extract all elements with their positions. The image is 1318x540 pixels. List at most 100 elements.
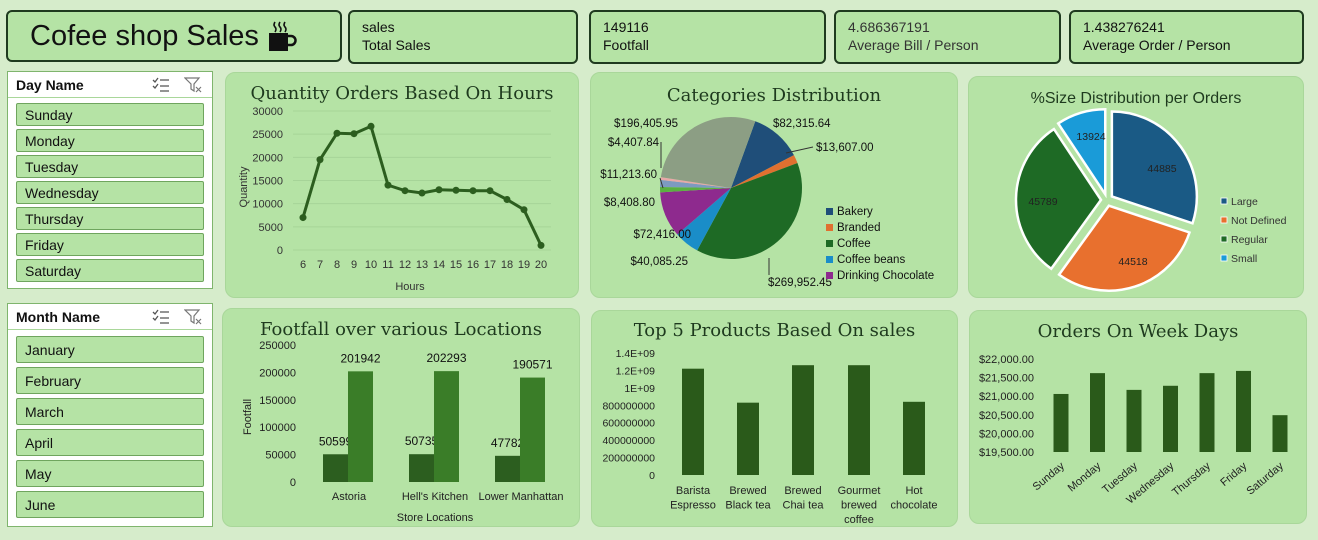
x-tick-label: 7 [317, 259, 323, 271]
y-tick-label: 200000000 [602, 453, 655, 465]
slicer-item-january[interactable]: January [16, 336, 204, 363]
data-point [503, 195, 511, 203]
slicer-item-wednesday[interactable]: Wednesday [16, 181, 204, 204]
slicer-item-may[interactable]: May [16, 460, 204, 487]
slicer-title: Day Name [16, 76, 84, 93]
data-label: 13924 [1076, 131, 1105, 143]
clear-filter-icon[interactable] [184, 76, 202, 93]
y-tick-label: $20,000.00 [979, 428, 1034, 440]
y-tick-label: 1E+09 [624, 383, 655, 395]
data-point [418, 189, 426, 197]
x-tick-label: 8 [334, 259, 340, 271]
legend-swatch [1220, 197, 1228, 205]
data-label: 44885 [1147, 163, 1176, 175]
slicer-item-tuesday[interactable]: Tuesday [16, 155, 204, 178]
bar [1126, 389, 1142, 452]
x-tick-label: 12 [399, 259, 411, 271]
data-point [350, 130, 358, 138]
size-distribution-chart: %Size Distribution per Orders 44885 44518… [968, 76, 1304, 298]
slicer-item-monday[interactable]: Monday [16, 129, 204, 152]
day-name-slicer: Day Name Sunday Monday Tuesday Wednesday Thu… [7, 71, 213, 289]
data-point [316, 156, 324, 164]
y-tick-label: 400000000 [602, 435, 655, 447]
x-tick-label: Espresso [670, 500, 716, 512]
data-label: $269,952.45 [768, 277, 832, 289]
y-tick-label: 5000 [259, 222, 283, 234]
data-point [537, 241, 545, 249]
x-tick-label: 18 [501, 259, 513, 271]
legend-label: Branded [837, 222, 880, 234]
multi-select-icon[interactable] [152, 77, 170, 93]
slicer-item-june[interactable]: June [16, 491, 204, 518]
y-tick-label: 0 [277, 245, 283, 257]
x-tick-label: Gourmet [838, 485, 881, 497]
y-tick-label: 800000000 [602, 400, 655, 412]
kpi-label: Footfall [603, 37, 649, 53]
slicer-item-saturday[interactable]: Saturday [16, 259, 204, 282]
data-label: 190571 [512, 358, 552, 372]
pie-chart-svg: $82,315.64 $13,607.00 $269,952.45 $40,085.2… [600, 116, 934, 289]
data-label: $13,607.00 [816, 142, 874, 154]
y-tick-label: 100000 [259, 422, 296, 434]
multi-select-icon[interactable] [152, 309, 170, 325]
bar [1272, 415, 1288, 452]
line-chart-svg: 0 5000 10000 15000 20000 25000 30000 6 7 8 9 10 11 12… [238, 106, 551, 293]
coffee-cup-icon [268, 21, 297, 51]
bar [903, 401, 925, 475]
legend-swatch [826, 272, 833, 279]
data-label: $72,416.00 [633, 229, 691, 241]
x-tick-label: Brewed [729, 485, 766, 497]
slicer-item-march[interactable]: March [16, 398, 204, 425]
x-tick-label: Lower Manhattan [479, 491, 564, 503]
bar [1236, 370, 1251, 452]
slicer-item-friday[interactable]: Friday [16, 233, 204, 256]
data-point [520, 206, 528, 214]
data-point [435, 186, 443, 194]
slicer-item-april[interactable]: April [16, 429, 204, 456]
bar-chart-svg: 0 200000000 400000000 600000000 800000000 1E+… [602, 348, 937, 526]
legend-label: Regular [1231, 234, 1268, 246]
legend-swatch [826, 240, 833, 247]
y-tick-label: $21,500.00 [979, 373, 1034, 385]
bar [409, 454, 434, 482]
slicer-header: Day Name [8, 72, 212, 98]
bar [495, 455, 520, 482]
x-tick-label: 15 [450, 259, 462, 271]
legend-label: Small [1231, 253, 1257, 265]
slicer-item-thursday[interactable]: Thursday [16, 207, 204, 230]
y-tick-label: 250000 [259, 340, 296, 352]
x-axis-label: Hours [395, 281, 425, 293]
data-label: 202293 [426, 351, 466, 365]
dashboard-title: Cofee shop Sales [30, 19, 259, 52]
x-tick-label: chocolate [890, 500, 937, 512]
x-tick-label: Barista [676, 485, 711, 497]
legend-swatch [826, 208, 833, 215]
data-label: 44518 [1118, 256, 1147, 268]
x-tick-label: brewed [841, 500, 877, 512]
data-label: 47782 [491, 436, 525, 450]
x-tick-label: 20 [535, 259, 547, 271]
slicer-item-february[interactable]: February [16, 367, 204, 394]
kpi-value: 149116 [603, 19, 649, 35]
data-point [469, 187, 477, 195]
bar [1163, 385, 1178, 452]
data-label: 45789 [1028, 196, 1057, 208]
kpi-average-bill: 4.686367191 Average Bill / Person [834, 10, 1061, 64]
x-tick-label: Friday [1218, 460, 1250, 489]
clear-filter-icon[interactable] [184, 308, 202, 325]
bar [348, 371, 373, 482]
data-point [486, 187, 494, 195]
bar [1199, 373, 1215, 452]
x-tick-label: 14 [433, 259, 445, 271]
slicer-item-sunday[interactable]: Sunday [16, 103, 204, 126]
x-tick-label: 10 [365, 259, 377, 271]
x-tick-label: Monday [1066, 460, 1104, 495]
data-label: $8,408.80 [604, 197, 655, 209]
bar [1090, 373, 1105, 452]
legend-swatch [826, 224, 833, 231]
x-tick-label: 19 [518, 259, 530, 271]
kpi-value: 4.686367191 [848, 19, 930, 35]
data-point [401, 187, 409, 195]
legend-label: Coffee [837, 238, 871, 250]
x-tick-label: Thursday [1170, 460, 1213, 499]
